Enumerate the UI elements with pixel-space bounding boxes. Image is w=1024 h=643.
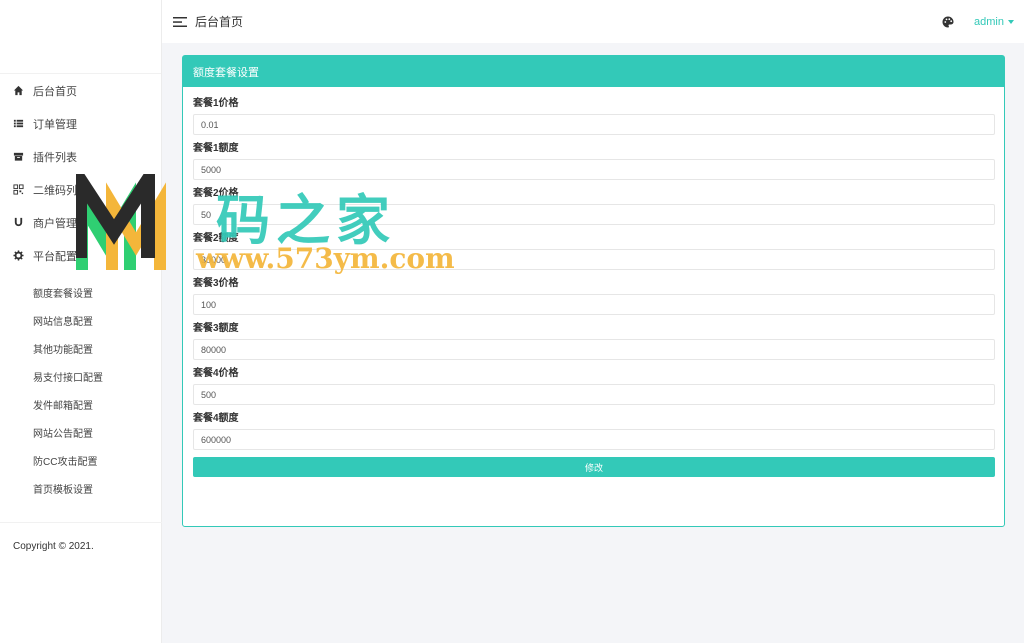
sidebar-item-label: 平台配置 (33, 250, 77, 263)
settings-form: 套餐1价格 0.01 套餐1额度 5000 套餐2价格 50 套餐2额度 300… (183, 87, 1004, 477)
box-icon (12, 151, 24, 163)
sidebar-item-orders[interactable]: 订单管理 (0, 107, 161, 140)
qrcode-icon (12, 184, 24, 196)
field-label: 套餐3价格 (193, 278, 239, 289)
sidebar: 后台首页 订单管理 插件列表 二维码列表 商户管理 平台配置 额度套餐设置 网站… (0, 0, 162, 643)
form-field: 套餐1额度 5000 (193, 142, 995, 180)
sidebar-brand (0, 0, 161, 74)
field-label: 套餐3额度 (193, 323, 239, 334)
sidebar-subitem-anti-cc[interactable]: 防CC攻击配置 (0, 446, 161, 474)
gear-icon (12, 250, 24, 262)
sidebar-item-label: 后台首页 (33, 85, 77, 98)
home-icon (12, 85, 24, 97)
header-right: admin (942, 0, 1014, 43)
user-name: admin (974, 15, 1004, 28)
package4-quota-input[interactable]: 600000 (193, 429, 995, 450)
form-field: 套餐3价格 100 (193, 277, 995, 315)
field-label: 套餐4额度 (193, 413, 239, 424)
menu-toggle-icon[interactable] (173, 16, 187, 28)
sidebar-item-label: 商户管理 (33, 217, 77, 230)
user-menu[interactable]: admin (974, 16, 1014, 28)
list-icon (12, 118, 24, 130)
field-label: 套餐1价格 (193, 98, 239, 109)
sidebar-subitem-epay-api[interactable]: 易支付接口配置 (0, 362, 161, 390)
quota-package-panel: 额度套餐设置 套餐1价格 0.01 套餐1额度 5000 套餐2价格 50 套餐… (182, 55, 1005, 527)
form-field: 套餐1价格 0.01 (193, 97, 995, 135)
panel-title: 额度套餐设置 (183, 56, 1004, 87)
field-label: 套餐1额度 (193, 143, 239, 154)
copyright: Copyright © 2021. (0, 522, 162, 552)
sidebar-subitem-other-features[interactable]: 其他功能配置 (0, 334, 161, 362)
sidebar-item-home[interactable]: 后台首页 (0, 74, 161, 107)
field-label: 套餐4价格 (193, 368, 239, 379)
form-field: 套餐3额度 80000 (193, 322, 995, 360)
package1-price-input[interactable]: 0.01 (193, 114, 995, 135)
sidebar-submenu: 额度套餐设置 网站信息配置 其他功能配置 易支付接口配置 发件邮箱配置 网站公告… (0, 278, 161, 502)
top-header: 后台首页 admin (162, 0, 1024, 43)
sidebar-subitem-quota-packages[interactable]: 额度套餐设置 (0, 278, 161, 306)
sidebar-subitem-homepage-template[interactable]: 首页模板设置 (0, 474, 161, 502)
package3-price-input[interactable]: 100 (193, 294, 995, 315)
page-title: 后台首页 (195, 15, 244, 29)
submit-button[interactable]: 修改 (193, 457, 995, 477)
sidebar-item-plugins[interactable]: 插件列表 (0, 140, 161, 173)
sidebar-item-label: 插件列表 (33, 151, 77, 164)
magnet-icon (12, 217, 24, 229)
package3-quota-input[interactable]: 80000 (193, 339, 995, 360)
sidebar-item-label: 订单管理 (33, 118, 77, 131)
watermark-m-logo (76, 174, 166, 270)
sidebar-subitem-sender-email[interactable]: 发件邮箱配置 (0, 390, 161, 418)
form-field: 套餐4价格 500 (193, 367, 995, 405)
package4-price-input[interactable]: 500 (193, 384, 995, 405)
sidebar-subitem-site-info[interactable]: 网站信息配置 (0, 306, 161, 334)
palette-icon[interactable] (942, 16, 954, 28)
chevron-down-icon (1008, 19, 1014, 24)
watermark-url-text: www.573ym.com (196, 242, 455, 275)
form-field: 套餐4额度 600000 (193, 412, 995, 450)
sidebar-subitem-announcement[interactable]: 网站公告配置 (0, 418, 161, 446)
